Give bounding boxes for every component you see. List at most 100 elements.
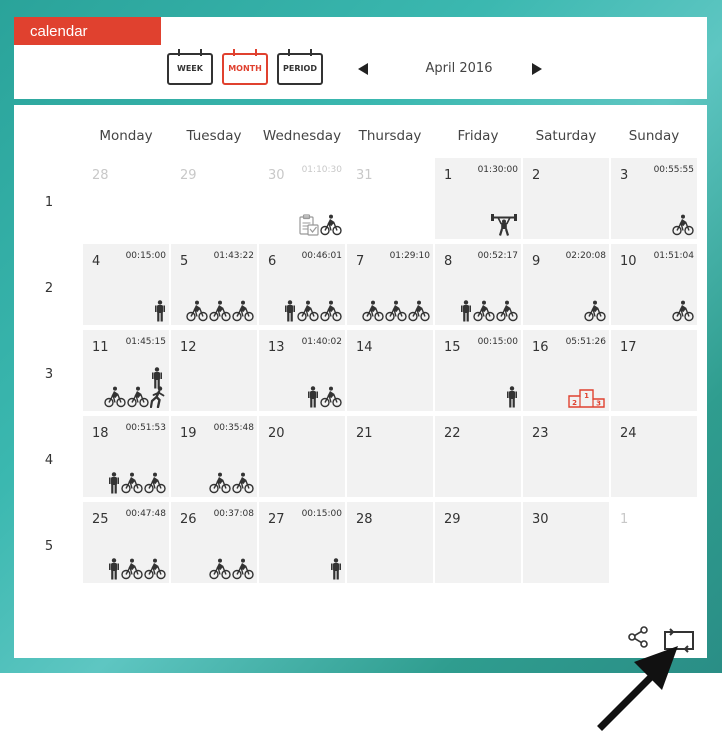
cycling-icon[interactable] (186, 300, 208, 322)
podium-second-label: 2 (572, 399, 577, 407)
cycling-icon[interactable] (144, 558, 166, 580)
running-icon[interactable] (150, 386, 166, 408)
cycling-icon[interactable] (408, 300, 430, 322)
day-duration: 01:10:30 (301, 165, 342, 175)
cycling-icon[interactable] (127, 386, 149, 408)
cycling-icon[interactable] (232, 472, 254, 494)
period-view-button[interactable]: PERIOD (277, 49, 323, 85)
cycling-icon[interactable] (672, 300, 694, 322)
day-header-monday: Monday (99, 128, 153, 144)
current-month-label: April 2016 (425, 61, 493, 76)
cycling-icon[interactable] (232, 558, 254, 580)
cycling-icon[interactable] (362, 300, 384, 322)
calendar-day-cell[interactable]: 7 01:29:10 (347, 244, 433, 325)
walking-icon[interactable] (307, 386, 319, 408)
next-month-arrow-icon[interactable] (532, 63, 542, 75)
calendar-day-cell[interactable]: 14 (347, 330, 433, 411)
activity-icons (672, 300, 694, 322)
day-duration: 00:35:48 (213, 423, 254, 433)
cycling-icon[interactable] (584, 300, 606, 322)
cycling-icon[interactable] (672, 214, 694, 236)
calendar-day-cell[interactable]: 25 00:47:48 (83, 502, 169, 583)
walking-icon[interactable] (154, 300, 166, 322)
walking-icon[interactable] (151, 367, 163, 389)
month-view-button[interactable]: MONTH (222, 49, 268, 85)
walking-icon[interactable] (284, 300, 296, 322)
previous-month-arrow-icon[interactable] (358, 63, 368, 75)
activity-icons (104, 386, 166, 408)
calendar-day-cell[interactable]: 9 02:20:08 (523, 244, 609, 325)
calendar-day-cell[interactable]: 26 00:37:08 (171, 502, 257, 583)
cycling-icon[interactable] (121, 558, 143, 580)
week-view-button[interactable]: WEEK (167, 49, 213, 85)
cycling-icon[interactable] (320, 300, 342, 322)
calendar-day-cell[interactable]: 1 (611, 502, 697, 583)
calendar-day-cell[interactable]: 28 (83, 158, 169, 239)
calendar-day-cell[interactable]: 31 (347, 158, 433, 239)
walking-icon[interactable] (460, 300, 472, 322)
calendar-day-cell[interactable]: 21 (347, 416, 433, 497)
calendar-day-cell[interactable]: 30 (523, 502, 609, 583)
calendar-day-cell[interactable]: 4 00:15:00 (83, 244, 169, 325)
weightlifting-icon[interactable] (490, 214, 518, 236)
cycling-icon[interactable] (320, 386, 342, 408)
cycling-icon[interactable] (232, 300, 254, 322)
cycling-icon[interactable] (473, 300, 495, 322)
day-header-friday: Friday (457, 128, 499, 144)
calendar-day-cell[interactable]: 3 00:55:55 (611, 158, 697, 239)
day-duration: 00:15:00 (477, 337, 518, 347)
cycling-icon[interactable] (496, 300, 518, 322)
clipboard-icon[interactable] (299, 214, 319, 236)
calendar-day-cell[interactable]: 24 (611, 416, 697, 497)
activity-icons (506, 386, 518, 408)
day-header-tuesday: Tuesday (186, 128, 242, 144)
pointer-arrow-icon (596, 640, 688, 736)
calendar-day-cell[interactable]: 13 01:40:02 (259, 330, 345, 411)
calendar-day-cell[interactable]: 5 01:43:22 (171, 244, 257, 325)
calendar-day-cell[interactable]: 29 (171, 158, 257, 239)
day-number: 12 (180, 340, 197, 355)
day-number: 31 (356, 168, 373, 183)
activity-icons (672, 214, 694, 236)
calendar-day-cell[interactable]: 22 (435, 416, 521, 497)
cycling-icon[interactable] (209, 300, 231, 322)
cycling-icon[interactable] (385, 300, 407, 322)
calendar-day-cell[interactable]: 12 (171, 330, 257, 411)
calendar-tab[interactable]: calendar (14, 17, 161, 45)
calendar-day-cell[interactable]: 29 (435, 502, 521, 583)
calendar-day-cell[interactable]: 15 00:15:00 (435, 330, 521, 411)
calendar-day-cell[interactable]: 18 00:51:53 (83, 416, 169, 497)
calendar-day-cell[interactable]: 16 05:51:26 1 2 3 (523, 330, 609, 411)
calendar-day-cell[interactable]: 1 01:30:00 (435, 158, 521, 239)
cycling-icon[interactable] (144, 472, 166, 494)
activity-icons (209, 558, 254, 580)
calendar-day-cell[interactable]: 17 (611, 330, 697, 411)
calendar-day-cell[interactable]: 6 00:46:01 (259, 244, 345, 325)
cycling-icon[interactable] (297, 300, 319, 322)
calendar-day-cell[interactable]: 11 01:45:15 (83, 330, 169, 411)
cycling-icon[interactable] (121, 472, 143, 494)
calendar-day-cell[interactable]: 19 00:35:48 (171, 416, 257, 497)
activity-icons (299, 214, 342, 236)
calendar-day-cell[interactable]: 27 00:15:00 (259, 502, 345, 583)
cycling-icon[interactable] (320, 214, 342, 236)
activity-icons (330, 558, 342, 580)
calendar-day-cell[interactable]: 28 (347, 502, 433, 583)
calendar-day-cell[interactable]: 2 (523, 158, 609, 239)
calendar-day-cell[interactable]: 20 (259, 416, 345, 497)
calendar-day-cell[interactable]: 8 00:52:17 (435, 244, 521, 325)
calendar-day-cell[interactable]: 30 01:10:30 (259, 158, 345, 239)
day-number: 3 (620, 168, 629, 183)
walking-icon[interactable] (330, 558, 342, 580)
walking-icon[interactable] (506, 386, 518, 408)
cycling-icon[interactable] (209, 558, 231, 580)
walking-icon[interactable] (108, 472, 120, 494)
podium-icon[interactable]: 12 3 (568, 386, 606, 408)
calendar-day-cell[interactable]: 10 01:51:04 (611, 244, 697, 325)
cycling-icon[interactable] (104, 386, 126, 408)
activity-icons (362, 300, 430, 322)
activity-icons (108, 472, 166, 494)
cycling-icon[interactable] (209, 472, 231, 494)
walking-icon[interactable] (108, 558, 120, 580)
calendar-day-cell[interactable]: 23 (523, 416, 609, 497)
